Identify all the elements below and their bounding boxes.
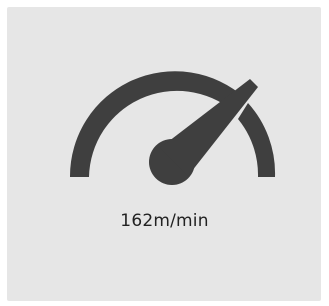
gauge-arc-right <box>238 103 276 177</box>
speed-reading-label: 162m/min <box>120 211 209 231</box>
speed-card <box>7 7 321 301</box>
speedometer-icon <box>69 71 276 185</box>
